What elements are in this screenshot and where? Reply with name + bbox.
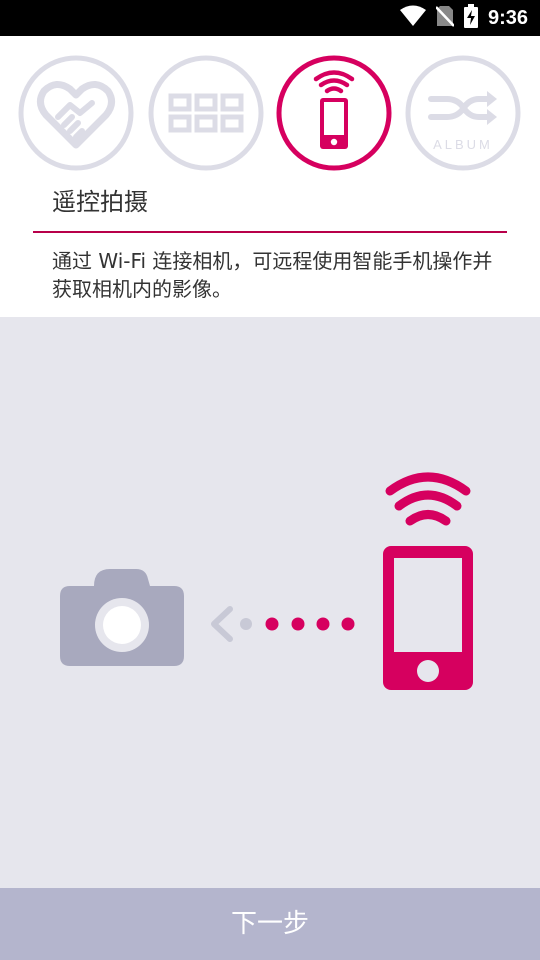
- step-handshake[interactable]: [18, 55, 134, 171]
- no-sim-icon: [435, 5, 455, 31]
- illustration-area: [0, 317, 540, 888]
- remote-phone-icon: [276, 55, 392, 171]
- next-button[interactable]: 下一步: [0, 888, 540, 960]
- grid-icon: [148, 55, 264, 171]
- step-remote[interactable]: [276, 55, 392, 171]
- description-text: 通过 Wi-Fi 连接相机，可远程使用智能手机操作并获取相机内的影像。: [52, 249, 493, 301]
- heart-handshake-icon: [18, 55, 134, 171]
- step-grid[interactable]: [148, 55, 264, 171]
- battery-charging-icon: [463, 4, 478, 32]
- camera-icon: [60, 569, 184, 666]
- status-time: 9:36: [487, 6, 528, 29]
- status-bar: 9:36: [0, 0, 540, 36]
- transfer-arrow-icon: [211, 606, 355, 642]
- smartphone-wifi-icon: [383, 472, 473, 690]
- title-divider: [33, 231, 507, 233]
- step-indicator: ALBUM: [0, 36, 540, 184]
- status-icons: 9:36: [399, 0, 528, 36]
- step-album[interactable]: ALBUM: [405, 55, 521, 171]
- wifi-icon: [399, 5, 426, 31]
- shuffle-album-icon: ALBUM: [405, 55, 521, 171]
- album-label: ALBUM: [433, 137, 493, 152]
- page-title: 遥控拍摄: [52, 188, 148, 216]
